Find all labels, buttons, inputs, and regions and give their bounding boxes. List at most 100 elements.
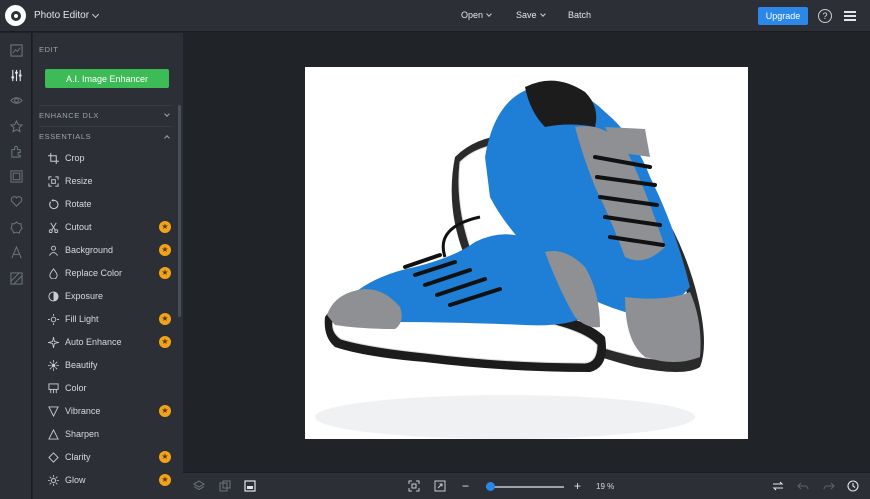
text-icon[interactable] (9, 245, 23, 259)
tool-glow[interactable]: Glow ★ (39, 469, 173, 491)
app-logo-icon[interactable] (5, 5, 26, 26)
premium-star-icon: ★ (159, 221, 171, 233)
image-icon[interactable] (9, 43, 23, 57)
tool-resize[interactable]: Resize (39, 170, 173, 192)
tool-background[interactable]: Background ★ (39, 239, 173, 261)
tool-label: Exposure (65, 291, 104, 301)
save-menu-label: Save (516, 10, 537, 20)
tool-label: Sharpen (65, 429, 100, 439)
exposure-icon (47, 290, 59, 302)
photo-canvas[interactable] (305, 67, 748, 439)
tool-cutout[interactable]: Cutout ★ (39, 216, 173, 238)
tool-label: Rotate (65, 199, 92, 209)
eye-icon[interactable] (9, 93, 23, 107)
premium-star-icon: ★ (159, 313, 171, 325)
tool-label: Background (65, 245, 114, 255)
tool-label: Crop (65, 153, 85, 163)
zoom-out-button[interactable]: − (462, 479, 469, 493)
app-title: Photo Editor (34, 10, 90, 21)
compare-icon[interactable] (772, 480, 784, 492)
premium-star-icon: ★ (159, 451, 171, 463)
vibrance-icon (47, 405, 59, 417)
tool-sharpen[interactable]: Sharpen (39, 423, 173, 445)
duplicate-icon[interactable] (219, 480, 231, 492)
panel-title: EDIT (39, 45, 59, 54)
tool-label: Vibrance (65, 406, 101, 416)
tool-color[interactable]: Color (39, 377, 173, 399)
bottom-toolbar: − + 19 % (183, 472, 870, 499)
save-menu[interactable]: Save (516, 10, 546, 20)
tool-rotate[interactable]: Rotate (39, 193, 173, 215)
droplet-icon (47, 267, 59, 279)
chevron-down-icon (164, 111, 170, 117)
actual-size-icon[interactable] (434, 480, 446, 492)
hamburger-menu-icon[interactable] (844, 11, 856, 21)
shoes-photo (315, 80, 704, 439)
sliders-icon[interactable] (9, 68, 23, 82)
beautify-icon (47, 359, 59, 371)
chevron-down-icon (539, 10, 546, 17)
texture-icon[interactable] (9, 271, 23, 285)
resize-icon (47, 175, 59, 187)
badge-icon[interactable] (9, 220, 23, 234)
redo-icon[interactable] (823, 480, 835, 492)
undo-icon[interactable] (797, 480, 809, 492)
sparkle-icon (47, 336, 59, 348)
chevron-up-icon (164, 134, 170, 141)
chevron-down-icon (486, 10, 492, 17)
tool-clarity[interactable]: Clarity ★ (39, 446, 173, 468)
clarity-icon (47, 451, 59, 463)
tool-replace-color[interactable]: Replace Color ★ (39, 262, 173, 284)
help-icon[interactable]: ? (818, 9, 832, 23)
chevron-down-icon (92, 10, 100, 18)
premium-star-icon: ★ (159, 267, 171, 279)
batch-menu-label: Batch (568, 10, 592, 20)
zoom-slider-track[interactable] (486, 486, 564, 488)
scissors-icon (47, 221, 59, 233)
crop-icon (47, 152, 59, 164)
tool-beautify[interactable]: Beautify (39, 354, 173, 376)
tool-label: Beautify (65, 360, 98, 370)
layers-icon[interactable] (193, 480, 205, 492)
batch-menu[interactable]: Batch (568, 10, 591, 20)
history-icon[interactable] (847, 480, 859, 492)
tool-label: Fill Light (65, 314, 99, 324)
app-switcher[interactable]: Photo Editor (34, 10, 100, 21)
tool-crop[interactable]: Crop (39, 147, 173, 169)
frame-icon[interactable] (9, 169, 23, 183)
heart-icon[interactable] (9, 194, 23, 208)
panel-scrollbar[interactable] (178, 105, 181, 317)
tool-label: Replace Color (65, 268, 123, 278)
section-enhance-dlx[interactable]: ENHANCE DLX (39, 105, 173, 125)
upgrade-button[interactable]: Upgrade (758, 7, 808, 25)
color-icon (47, 382, 59, 394)
tool-label: Auto Enhance (65, 337, 122, 347)
tool-rail (0, 33, 32, 499)
logo-inner (10, 10, 21, 21)
tool-exposure[interactable]: Exposure (39, 285, 173, 307)
tool-label: Glow (65, 475, 86, 485)
tool-auto-enhance[interactable]: Auto Enhance ★ (39, 331, 173, 353)
star-icon[interactable] (9, 119, 23, 133)
tool-label: Clarity (65, 452, 91, 462)
layout-icon[interactable] (244, 480, 256, 492)
tool-fill-light[interactable]: Fill Light ★ (39, 308, 173, 330)
zoom-slider-knob[interactable] (486, 482, 496, 491)
premium-star-icon: ★ (159, 244, 171, 256)
tool-label: Color (65, 383, 87, 393)
zoom-in-button[interactable]: + (574, 479, 581, 493)
tool-vibrance[interactable]: Vibrance ★ (39, 400, 173, 422)
premium-star-icon: ★ (159, 405, 171, 417)
edit-panel: EDIT A.I. Image Enhancer ENHANCE DLX ESS… (33, 33, 183, 499)
puzzle-icon[interactable] (9, 144, 23, 158)
open-menu[interactable]: Open (461, 10, 492, 20)
top-bar: Photo Editor Open Save Batch Upgrade ? (0, 0, 870, 32)
section-essentials[interactable]: ESSENTIALS (39, 126, 173, 146)
premium-star-icon: ★ (159, 474, 171, 486)
fit-to-screen-icon[interactable] (408, 480, 420, 492)
ai-image-enhancer-button[interactable]: A.I. Image Enhancer (45, 69, 169, 88)
tool-label: Cutout (65, 222, 92, 232)
glow-icon (47, 474, 59, 486)
sharpen-icon (47, 428, 59, 440)
tool-label: Resize (65, 176, 93, 186)
